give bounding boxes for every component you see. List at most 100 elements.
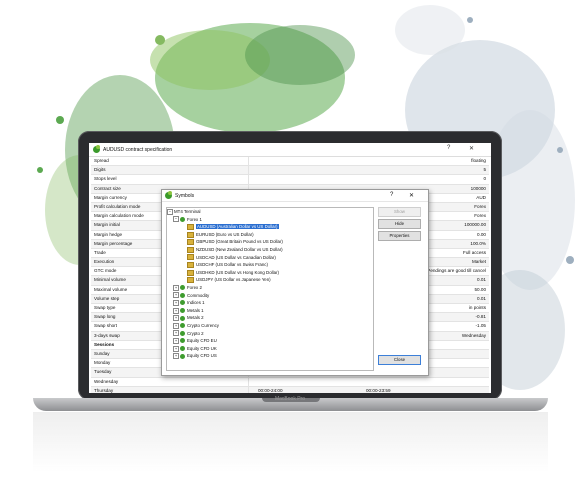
symbol-icon	[187, 231, 194, 238]
group-label: Commodity	[187, 292, 210, 298]
tree-symbol-item[interactable]: USDJPY (US Dollar vs Japanese Yen)	[167, 276, 373, 284]
expand-icon[interactable]: +	[173, 292, 179, 299]
tree-group-item[interactable]: + Forex 2	[167, 284, 373, 292]
tree-group-item[interactable]: + Equity CFD US	[167, 352, 373, 360]
group-label: Equity CFD US	[187, 353, 217, 359]
group-label: Crypto Currency	[187, 322, 219, 328]
collapse-icon[interactable]: −	[167, 208, 173, 215]
properties-button[interactable]: Properties	[378, 231, 421, 241]
table-row: Digits 5	[91, 166, 489, 176]
tree-symbol-item[interactable]: NZDUSD (New Zealand Dollar vs US Dollar)	[167, 246, 373, 254]
row-key: Spread	[91, 157, 249, 166]
table-row: Stops level 0	[91, 175, 489, 185]
row-value: Forex	[474, 203, 486, 209]
close-window-button[interactable]: ✕	[469, 145, 474, 152]
contract-window-titlebar: AUDUSD contract specification ? ✕	[89, 143, 491, 157]
symbol-label: AUDUSD (Australian Dollar vs US Dollar)	[196, 224, 279, 230]
row-value: in points	[468, 305, 486, 310]
row-value: -0.81	[475, 314, 486, 320]
tree-group-item[interactable]: + Commodity	[167, 292, 373, 300]
row-value: 0	[483, 176, 486, 182]
group-label: Forex 2	[187, 284, 202, 290]
tree-group-item[interactable]: + Metals 1	[167, 307, 373, 315]
expand-icon[interactable]: +	[173, 315, 179, 322]
expand-icon[interactable]: +	[173, 345, 179, 352]
symbols-dialog-title: Symbols	[175, 192, 195, 199]
close-button[interactable]: Close	[378, 355, 421, 365]
symbols-dialog-titlebar: Symbols ? ✕	[162, 190, 428, 202]
symbol-icon	[187, 224, 194, 231]
symbol-icon	[187, 254, 194, 261]
group-label: Equity CFD EU	[187, 338, 217, 344]
laptop-reflection	[33, 412, 548, 472]
group-label: Indices 1	[187, 300, 205, 306]
tree-group-item[interactable]: + Crypto 2	[167, 330, 373, 338]
group-label: Metals 2	[187, 315, 204, 321]
expand-icon[interactable]: +	[173, 330, 179, 337]
row-value: Market	[471, 259, 486, 265]
folder-globe-icon	[180, 338, 185, 344]
row-value: 0.01	[477, 277, 486, 283]
row-value: Full access	[463, 249, 486, 255]
folder-globe-icon	[180, 353, 185, 359]
row-session-quote: 00:00-24:00	[258, 387, 283, 393]
tree-symbol-item[interactable]: EURUSD (Euro vs US Dollar)	[167, 231, 373, 239]
expand-icon[interactable]: +	[173, 322, 179, 329]
folder-globe-icon	[180, 292, 185, 298]
row-value: -1.05	[475, 323, 486, 329]
tree-symbol-item[interactable]: USDHKD (US Dollar vs Hong Kong Dollar)	[167, 269, 373, 277]
tree-root[interactable]: − MT4 Terminal	[167, 208, 373, 216]
help-button[interactable]: ?	[447, 145, 450, 151]
row-value: 0.00	[477, 231, 486, 237]
symbol-label: EURUSD (Euro vs US Dollar)	[196, 231, 254, 237]
contract-window-title: AUDUSD contract specification	[103, 146, 173, 153]
show-button[interactable]: Show	[378, 207, 421, 217]
tree-symbol-item[interactable]: USDCAD (US Dollar vs Canadian Dollar)	[167, 254, 373, 262]
expand-icon[interactable]: +	[173, 299, 179, 306]
folder-globe-icon	[180, 285, 185, 291]
folder-globe-icon	[180, 323, 185, 329]
symbol-label: USDJPY (US Dollar vs Japanese Yen)	[196, 277, 271, 283]
expand-icon[interactable]: +	[173, 284, 179, 291]
dialog-close-icon[interactable]: ✕	[409, 192, 414, 199]
tree-symbol-item[interactable]: GBPUSD (Great Britain Pound vs US Dollar…	[167, 238, 373, 246]
expand-icon[interactable]: +	[173, 307, 179, 314]
row-key: Wednesday	[91, 377, 249, 386]
row-session-trade: 00:00-23:59	[366, 387, 391, 393]
folder-globe-icon	[180, 300, 185, 306]
row-value: 50.00	[474, 286, 487, 292]
row-value: 5	[483, 167, 486, 173]
collapse-icon[interactable]: −	[173, 216, 179, 223]
hide-button[interactable]: Hide	[378, 219, 421, 229]
group-label: Metals 1	[187, 307, 204, 313]
laptop-brand-label: MacBook Pro	[274, 396, 305, 402]
tree-group-forex-1[interactable]: − Forex 1	[167, 216, 373, 224]
app-logo-icon	[93, 145, 100, 153]
table-row: Spread floating	[91, 157, 489, 167]
tree-group-item[interactable]: + Indices 1	[167, 299, 373, 307]
dialog-help-button[interactable]: ?	[390, 192, 393, 198]
folder-globe-icon	[180, 308, 185, 314]
symbol-icon	[187, 269, 194, 276]
row-value: 0.01	[477, 295, 486, 301]
symbols-tree[interactable]: − MT4 Terminal − Forex 1 AUDUSD (Australia…	[166, 207, 374, 371]
tree-symbol-item[interactable]: AUDUSD (Australian Dollar vs US Dollar)	[167, 223, 373, 231]
symbol-icon	[187, 277, 194, 284]
tree-group-item[interactable]: + Equity CFD EU	[167, 337, 373, 345]
tree-symbol-item[interactable]: USDCHF (US Dollar vs Swiss Franc)	[167, 261, 373, 269]
row-key: Digits	[91, 166, 249, 175]
symbols-dialog: Symbols ? ✕ − MT4 Terminal − Forex 1 AUDUS…	[161, 189, 429, 376]
symbol-icon	[187, 239, 194, 246]
symbol-label: USDHKD (US Dollar vs Hong Kong Dollar)	[196, 269, 279, 275]
symbol-icon	[187, 262, 194, 268]
expand-icon[interactable]: +	[173, 337, 179, 344]
tree-group-item[interactable]: + Metals 2	[167, 314, 373, 322]
group-label: Equity CFD UK	[187, 345, 217, 351]
group-label: Crypto 2	[187, 330, 204, 336]
folder-globe-icon	[180, 346, 185, 352]
row-value: AUD	[476, 194, 486, 200]
expand-icon[interactable]: +	[173, 353, 179, 360]
row-value: Pendings are good till cancel	[427, 268, 486, 274]
tree-group-item[interactable]: + Crypto Currency	[167, 322, 373, 330]
tree-group-item[interactable]: + Equity CFD UK	[167, 345, 373, 353]
